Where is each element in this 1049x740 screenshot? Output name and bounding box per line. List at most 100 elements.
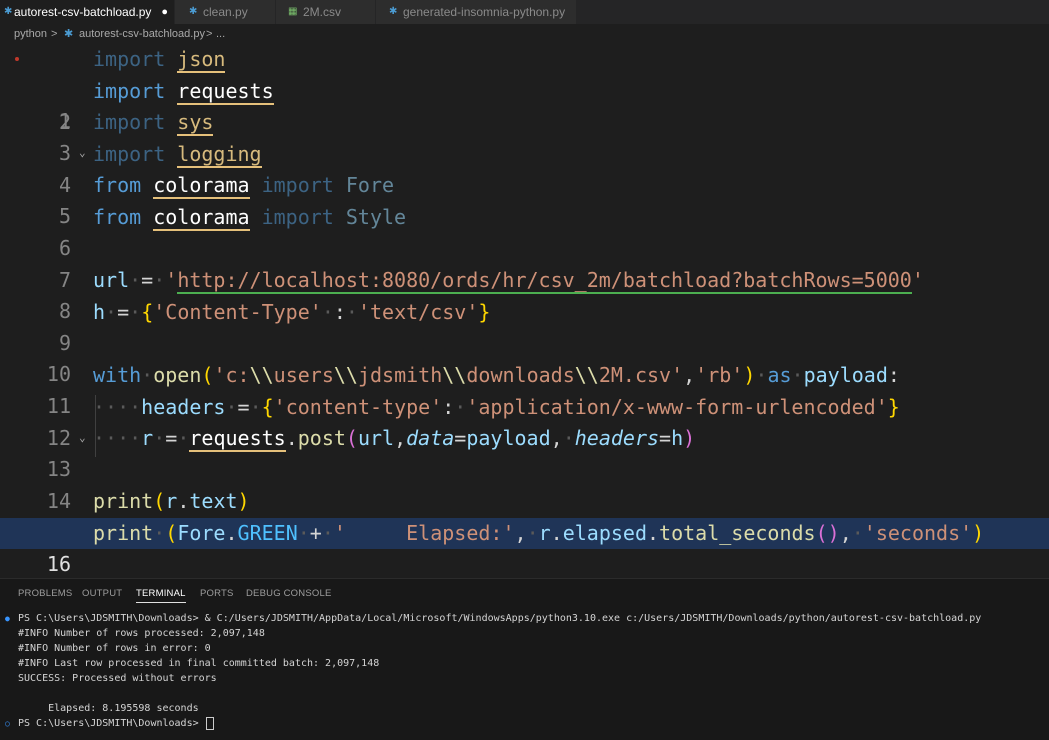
- string: jdsmith: [357, 363, 443, 387]
- string: 'application/x-www-form-urlencoded': [466, 394, 888, 419]
- tab-debug-console[interactable]: DEBUG CONSOLE: [246, 588, 331, 599]
- operator: =: [237, 394, 250, 419]
- indent-whitespace: ····: [93, 394, 142, 419]
- colon: :: [887, 363, 900, 387]
- tab-generated-insomnia-python[interactable]: ✱ generated-insomnia-python.py: [376, 0, 577, 24]
- code-line[interactable]: 12 ····headers·=·{'content-type':·'appli…: [0, 392, 1049, 450]
- dot: .: [225, 521, 238, 545]
- python-file-icon: ✱: [189, 6, 198, 17]
- code-line[interactable]: 11 ⌄ with·open('c:\\users\\jdsmith\\down…: [0, 360, 1049, 444]
- command-status-icon[interactable]: ○: [5, 716, 10, 731]
- operator: =: [659, 426, 672, 451]
- tab-label: autorest-csv-batchload.py: [14, 5, 152, 19]
- function-name: print: [93, 489, 154, 514]
- code-line[interactable]: 10: [0, 328, 1049, 386]
- string: 'text/csv': [357, 299, 479, 324]
- operator: =: [117, 299, 130, 324]
- string: 'c:: [213, 363, 250, 387]
- keyword: import: [93, 47, 166, 71]
- comma: ,: [514, 521, 527, 545]
- breakpoint-icon[interactable]: [15, 57, 19, 61]
- code-line[interactable]: 13 ····r·=·requests.post(url,data=payloa…: [0, 423, 1049, 481]
- bracket: ): [743, 363, 756, 387]
- command-status-icon[interactable]: ●: [5, 611, 10, 626]
- tab-ports[interactable]: PORTS: [200, 588, 234, 599]
- keyword: with: [93, 363, 142, 387]
- bracket: (: [165, 521, 178, 545]
- comma: ,: [394, 426, 407, 451]
- function-name: total_seconds: [659, 521, 816, 545]
- string: 2M.csv': [598, 363, 684, 387]
- dot: .: [647, 521, 660, 545]
- variable: r: [538, 521, 551, 545]
- chevron-right-icon: >: [206, 28, 213, 40]
- code-line[interactable]: 14: [0, 455, 1049, 513]
- code-line[interactable]: 1 ⌄ import json: [0, 44, 1049, 159]
- keyword: import: [261, 173, 334, 198]
- string: ' Elapsed:': [333, 521, 515, 545]
- breadcrumb: python > ✱ autorest-csv-batchload.py > .…: [0, 24, 1049, 44]
- comma: ,: [550, 426, 563, 451]
- bracket: (: [153, 489, 166, 514]
- python-file-icon: ✱: [389, 6, 398, 17]
- breadcrumb-file[interactable]: autorest-csv-batchload.py: [79, 24, 205, 44]
- constant: GREEN: [237, 521, 298, 545]
- breadcrumb-folder[interactable]: python: [14, 24, 47, 44]
- breadcrumb-more[interactable]: ...: [216, 24, 225, 44]
- unsaved-dot-icon[interactable]: ●: [161, 0, 168, 24]
- bracket: ): [972, 521, 985, 545]
- attribute: elapsed: [562, 521, 647, 545]
- code-line[interactable]: 15 print(r.text): [0, 486, 1049, 544]
- code-line[interactable]: 6 from colorama import Style: [0, 202, 1049, 260]
- code-line[interactable]: 8 url·=·'http://localhost:8080/ords/hr/c…: [0, 265, 1049, 323]
- tab-2m-csv[interactable]: ▦ 2M.csv: [276, 0, 376, 24]
- operator: +: [309, 521, 322, 545]
- variable: headers: [141, 394, 226, 419]
- code-line[interactable]: 5 from colorama import Fore: [0, 170, 1049, 228]
- keyword: from: [93, 173, 142, 198]
- variable: h: [93, 299, 106, 324]
- parameter: headers: [574, 426, 660, 451]
- bracket: (: [345, 426, 358, 451]
- argument: url: [357, 426, 395, 451]
- code-line[interactable]: 2 import requests: [0, 76, 1049, 134]
- tab-clean[interactable]: ✱ clean.py: [175, 0, 276, 24]
- code-line[interactable]: 7: [0, 234, 1049, 292]
- module-name: sys: [177, 110, 214, 137]
- indent-whitespace: ····: [93, 426, 142, 451]
- bottom-panel: PROBLEMS OUTPUT TERMINAL PORTS DEBUG CON…: [0, 578, 1049, 740]
- variable: url: [93, 268, 130, 293]
- url-link[interactable]: http://localhost:8080/ords/hr/csv_2m/bat…: [177, 268, 912, 295]
- escape-seq: \\: [333, 363, 358, 387]
- code-line[interactable]: 9 h·=·{'Content-Type'·:·'text/csv'}: [0, 297, 1049, 355]
- bracket: }: [887, 394, 900, 419]
- colon: :: [333, 299, 346, 324]
- code-line[interactable]: 4 import logging: [0, 139, 1049, 197]
- editor-tab-bar: ✱ autorest-csv-batchload.py ● ✱ clean.py…: [0, 0, 1049, 24]
- string: users: [273, 363, 334, 387]
- tab-output[interactable]: OUTPUT: [82, 588, 122, 599]
- tab-autorest-csv-batchload[interactable]: ✱ autorest-csv-batchload.py ●: [0, 0, 175, 24]
- keyword: import: [261, 205, 334, 229]
- module-name: colorama: [153, 173, 250, 200]
- bracket: ): [683, 426, 696, 451]
- variable: r: [141, 426, 154, 451]
- bracket: (): [815, 521, 840, 545]
- code-line[interactable]: 3 import sys: [0, 107, 1049, 165]
- escape-seq: \\: [249, 363, 274, 387]
- code-line-current[interactable]: 16 print·(Fore.GREEN·+·' Elapsed:',·r.el…: [0, 518, 1049, 576]
- string: 'Content-Type': [153, 299, 322, 324]
- argument: payload: [466, 426, 551, 451]
- imported-name: Style: [345, 205, 407, 229]
- tab-label: generated-insomnia-python.py: [403, 5, 566, 19]
- code-editor[interactable]: 1 ⌄ import json 2 import requests 3 impo…: [0, 44, 1049, 576]
- operator: =: [454, 426, 467, 451]
- bracket: ): [237, 489, 250, 514]
- module-name: colorama: [153, 205, 250, 231]
- string: downloads: [466, 363, 575, 387]
- escape-seq: \\: [574, 363, 599, 387]
- tab-problems[interactable]: PROBLEMS: [18, 588, 72, 599]
- tab-terminal[interactable]: TERMINAL: [136, 588, 186, 603]
- bracket: {: [141, 299, 154, 324]
- bracket: (: [201, 363, 214, 387]
